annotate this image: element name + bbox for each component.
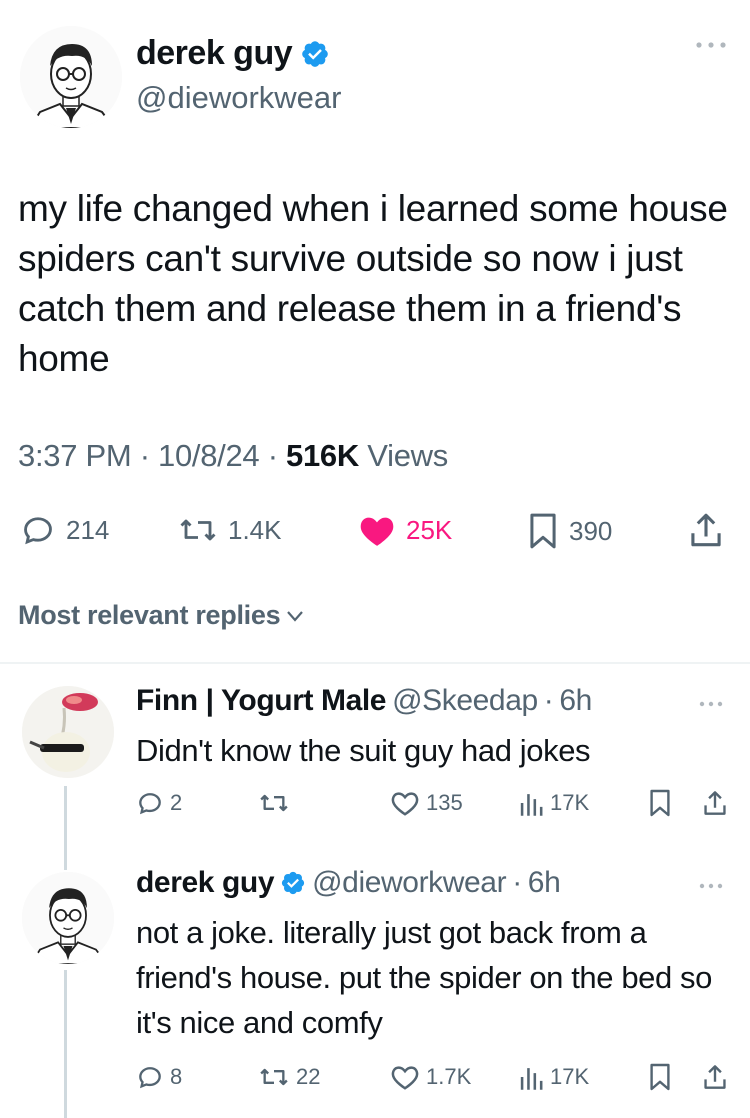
- bar-chart-icon: [518, 1063, 544, 1091]
- reply-text: not a joke. literally just got back from…: [136, 915, 713, 1040]
- reply-age[interactable]: 6h: [528, 866, 561, 900]
- like-button[interactable]: 25K: [358, 512, 452, 548]
- meta-separator: ·: [543, 684, 554, 717]
- reply-text: Didn't know the suit guy had jokes: [136, 733, 591, 768]
- replies-sort-label: Most relevant replies: [18, 600, 281, 630]
- reply-icon: [20, 512, 56, 548]
- repost-icon: [258, 1063, 290, 1091]
- repost-count: 22: [296, 1064, 321, 1089]
- views-button[interactable]: 17K: [518, 789, 589, 817]
- verified-badge-icon: [300, 39, 330, 69]
- reply-count: 8: [170, 1064, 183, 1089]
- like-button[interactable]: 1.7K: [390, 1063, 471, 1091]
- divider: [0, 662, 750, 664]
- views-label: Views: [367, 438, 448, 473]
- share-icon[interactable]: [688, 510, 724, 550]
- repost-icon: [258, 789, 290, 817]
- reply-author-handle[interactable]: @dieworkwear: [312, 866, 506, 900]
- reply-author-name[interactable]: derek guy: [136, 866, 275, 900]
- repost-count: 1.4K: [228, 514, 282, 545]
- reply-button[interactable]: 8: [136, 1063, 182, 1091]
- bar-chart-icon: [518, 789, 544, 817]
- heart-icon: [390, 1063, 420, 1091]
- more-options-icon[interactable]: [698, 700, 724, 708]
- reply-avatar[interactable]: [22, 686, 114, 778]
- bookmark-icon[interactable]: [648, 788, 672, 818]
- views-count: 17K: [550, 790, 590, 815]
- bookmark-button[interactable]: 390: [527, 512, 612, 550]
- heart-filled-icon: [358, 512, 396, 548]
- author-handle[interactable]: @dieworkwear: [136, 80, 341, 116]
- share-icon[interactable]: [702, 788, 728, 818]
- reply-button[interactable]: 214: [20, 512, 109, 548]
- bookmark-count: 390: [569, 515, 613, 546]
- like-count: 1.7K: [426, 1064, 472, 1089]
- bookmark-icon[interactable]: [648, 1062, 672, 1092]
- reply-button[interactable]: 2: [136, 789, 182, 817]
- like-button[interactable]: 135: [390, 789, 463, 817]
- like-count: 25K: [406, 514, 453, 545]
- verified-badge-icon: [280, 870, 306, 896]
- reply-icon: [136, 1063, 164, 1091]
- views-count: 17K: [550, 1064, 590, 1089]
- chevron-down-icon: [286, 610, 304, 622]
- reply-avatar[interactable]: [22, 872, 114, 964]
- repost-icon: [178, 512, 218, 548]
- reply-header: Finn | Yogurt Male @Skeedap · 6h: [136, 684, 592, 718]
- bookmark-icon: [527, 512, 559, 550]
- replies-sort-dropdown[interactable]: Most relevant replies: [18, 600, 304, 631]
- reply-author-handle[interactable]: @Skeedap: [392, 684, 538, 718]
- reply-count: 2: [170, 790, 183, 815]
- reply-header: derek guy @dieworkwear · 6h: [136, 866, 561, 900]
- meta-separator: ·: [267, 438, 287, 473]
- thread-connector: [64, 970, 67, 1118]
- repost-button[interactable]: 22: [258, 1063, 320, 1091]
- reply-author-name[interactable]: Finn | Yogurt Male: [136, 684, 386, 718]
- author-avatar[interactable]: [20, 26, 122, 128]
- reply-icon: [136, 789, 164, 817]
- tweet-time[interactable]: 3:37 PM: [18, 438, 132, 473]
- tweet-meta: 3:37 PM · 10/8/24 · 516K Views: [18, 438, 448, 474]
- repost-button[interactable]: [258, 789, 296, 817]
- like-count: 135: [426, 790, 463, 815]
- author-name[interactable]: derek guy: [136, 34, 293, 73]
- meta-separator: ·: [139, 438, 159, 473]
- more-options-icon[interactable]: [698, 882, 724, 890]
- views-button[interactable]: 17K: [518, 1063, 589, 1091]
- heart-icon: [390, 789, 420, 817]
- tweet-date[interactable]: 10/8/24: [158, 438, 260, 473]
- repost-button[interactable]: 1.4K: [178, 512, 282, 548]
- share-icon[interactable]: [702, 1062, 728, 1092]
- reply-count: 214: [66, 514, 110, 545]
- reply-age[interactable]: 6h: [559, 684, 592, 718]
- thread-connector: [64, 786, 67, 870]
- author-name-row[interactable]: derek guy: [136, 34, 330, 73]
- meta-separator: ·: [512, 866, 522, 899]
- more-options-icon[interactable]: [694, 40, 728, 50]
- tweet-text: my life changed when i learned some hous…: [18, 188, 728, 379]
- views-count: 516K: [286, 438, 359, 473]
